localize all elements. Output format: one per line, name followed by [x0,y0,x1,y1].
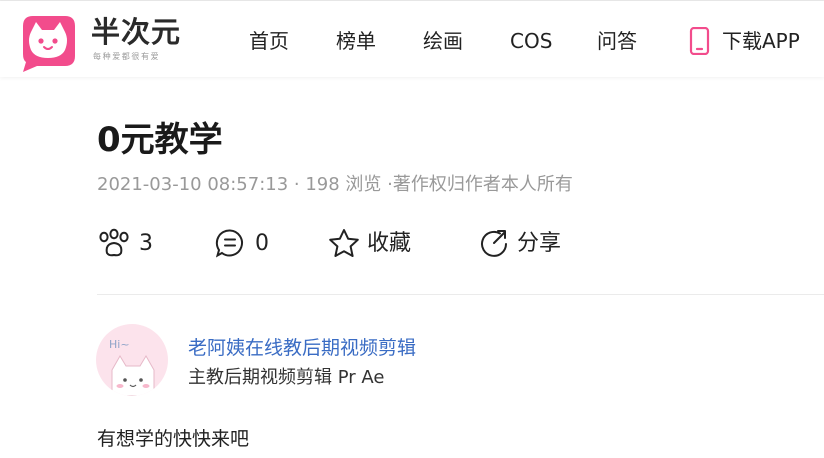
site-header: 半次元 每种爱都很有爱 首页 榜单 绘画 COS 问答 下载APP [0,1,824,77]
comment-button[interactable]: 0 [215,226,275,262]
brand-slogan: 每种爱都很有爱 [93,52,161,61]
nav-home[interactable]: 首页 [249,28,289,54]
download-app-label: 下载APP [722,29,800,53]
paw-icon [99,228,129,257]
post-body: 有想学的快快来吧 [97,428,250,450]
comment-icon [215,229,243,258]
nav-ranking[interactable]: 榜单 [336,28,376,54]
favorite-label: 收藏 [367,231,412,256]
logo-cat-icon [23,16,75,72]
favorite-button[interactable]: 收藏 [328,226,418,262]
nav-drawing[interactable]: 绘画 [423,28,463,54]
avatar-cat-image: Hi~ [109,338,155,396]
nav-qa[interactable]: 问答 [597,28,637,54]
star-icon [329,229,359,257]
like-count: 3 [139,231,153,256]
author-avatar[interactable]: Hi~ [96,324,168,396]
author-description: 主教后期视频剪辑 Pr Ae [188,367,385,388]
site-logo[interactable]: 半次元 每种爱都很有爱 [17,10,197,74]
share-icon [481,230,507,257]
share-button[interactable]: 分享 [479,226,569,262]
like-button[interactable]: 3 [97,226,157,262]
author-name-link[interactable]: 老阿姨在线教后期视频剪辑 [188,335,416,361]
divider [97,294,824,295]
brand-name: 半次元 [91,15,182,49]
phone-icon [689,27,710,55]
svg-text:Hi~: Hi~ [109,338,130,351]
nav-cos[interactable]: COS [510,28,552,54]
comment-count: 0 [255,231,269,256]
post-title: 0元教学 [97,120,223,160]
share-label: 分享 [517,231,562,256]
post-meta: 2021-03-10 08:57:13 · 198 浏览 ·著作权归作者本人所有 [97,174,573,195]
